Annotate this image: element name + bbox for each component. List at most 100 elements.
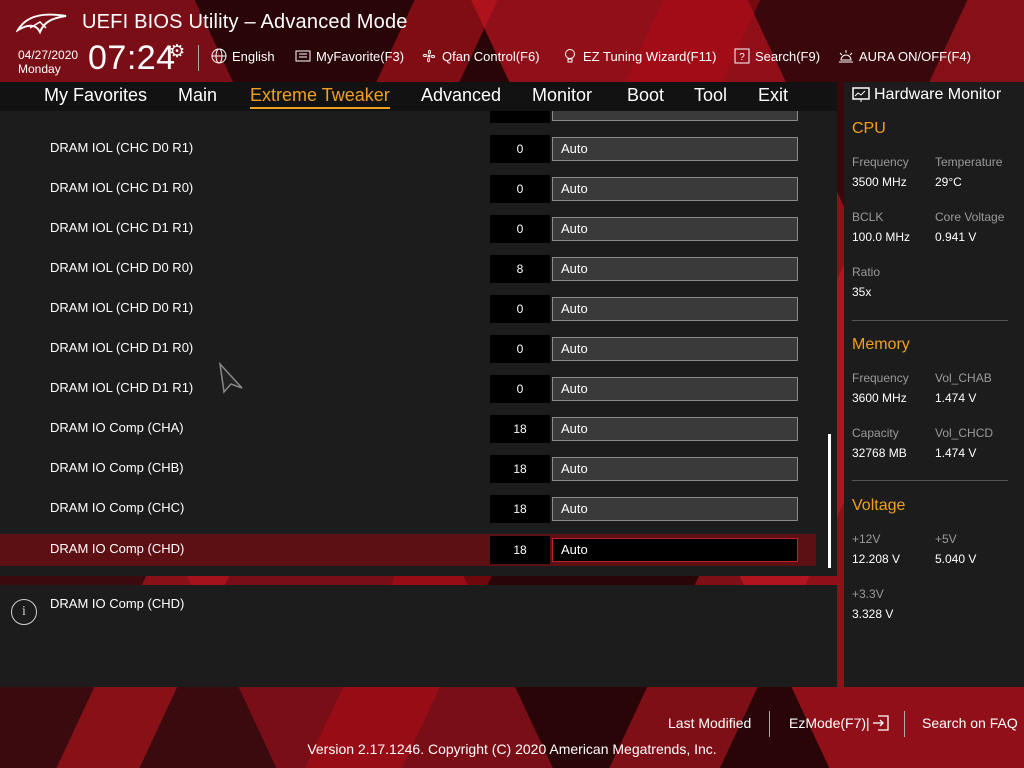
v12-value: 12.208 V — [852, 552, 901, 566]
settings-panel: DRAM IOL (CHC D0 R1) 0 Auto DRAM IOL (CH… — [0, 111, 837, 576]
divider — [852, 320, 1008, 321]
row-setting-field[interactable]: Auto — [552, 137, 798, 161]
gear-icon[interactable]: ⚙ — [169, 41, 185, 62]
table-row[interactable]: DRAM IOL (CHC D0 R1) 0 Auto — [0, 133, 816, 165]
ratio-label: Ratio — [852, 265, 881, 279]
row-value-partial — [490, 111, 550, 123]
row-label: DRAM IO Comp (CHC) — [50, 500, 185, 515]
svg-text:?: ? — [739, 52, 745, 63]
table-row[interactable]: DRAM IO Comp (CHB) 18 Auto — [0, 453, 816, 485]
row-label: DRAM IOL (CHC D1 R0) — [50, 180, 194, 195]
v12-label: +12V — [852, 532, 881, 546]
table-row[interactable]: DRAM IO Comp (CHC) 18 Auto — [0, 493, 816, 525]
qfan-label: Qfan Control(F6) — [442, 48, 540, 64]
v5-value: 5.040 V — [935, 552, 977, 566]
tab-my-favorites[interactable]: My Favorites — [44, 85, 147, 106]
row-label: DRAM IOL (CHD D0 R1) — [50, 300, 194, 315]
row-label: DRAM IOL (CHC D1 R1) — [50, 220, 194, 235]
row-label: DRAM IOL (CHD D1 R0) — [50, 340, 194, 355]
row-label: DRAM IO Comp (CHD) — [50, 541, 185, 556]
aura-button[interactable]: AURA ON/OFF(F4) — [838, 48, 971, 64]
info-icon: i — [11, 599, 37, 625]
tab-monitor[interactable]: Monitor — [532, 85, 592, 106]
globe-icon — [211, 48, 227, 64]
table-row[interactable]: DRAM IOL (CHC D1 R1) 0 Auto — [0, 213, 816, 245]
date-display: 04/27/2020 Monday — [18, 48, 78, 76]
row-current-value: 0 — [490, 175, 550, 203]
header: UEFI BIOS Utility – Advanced Mode 04/27/… — [0, 0, 1024, 82]
language-label: English — [232, 48, 275, 64]
table-row[interactable]: DRAM IOL (CHD D0 R0) 8 Auto — [0, 253, 816, 285]
vol-chcd-label: Vol_CHCD — [935, 426, 994, 440]
aura-label: AURA ON/OFF(F4) — [859, 48, 971, 64]
divider — [198, 45, 199, 71]
row-setting-field[interactable]: Auto — [552, 538, 798, 562]
row-current-value: 18 — [490, 415, 550, 443]
language-button[interactable]: English — [211, 48, 275, 64]
tab-exit[interactable]: Exit — [758, 85, 788, 106]
row-setting-field[interactable]: Auto — [552, 297, 798, 321]
qfan-button[interactable]: Qfan Control(F6) — [421, 48, 540, 64]
row-setting-field[interactable]: Auto — [552, 457, 798, 481]
row-current-value: 0 — [490, 335, 550, 363]
row-label: DRAM IOL (CHC D0 R1) — [50, 140, 194, 155]
divider — [769, 711, 770, 737]
v33-label: +3.3V — [852, 587, 884, 601]
favorite-list-icon — [295, 50, 311, 62]
main-nav: My Favorites Main Extreme Tweaker Advanc… — [0, 82, 837, 111]
vol-chab-value: 1.474 V — [935, 391, 977, 405]
row-label: DRAM IOL (CHD D1 R1) — [50, 380, 194, 395]
table-row[interactable]: DRAM IOL (CHC D1 R0) 0 Auto — [0, 173, 816, 205]
tab-extreme-tweaker[interactable]: Extreme Tweaker — [250, 85, 390, 109]
mouse-pointer-icon — [218, 362, 243, 394]
ezmode-button[interactable]: EzMode(F7)| — [789, 715, 890, 731]
scrollbar[interactable] — [828, 434, 831, 568]
core-voltage-value: 0.941 V — [935, 230, 977, 244]
hardware-monitor-label: Hardware Monitor — [874, 86, 1002, 103]
bclk-label: BCLK — [852, 210, 884, 224]
core-voltage-label: Core Voltage — [935, 210, 1005, 224]
aura-light-icon — [839, 50, 853, 63]
tab-tool[interactable]: Tool — [694, 85, 727, 106]
tab-boot[interactable]: Boot — [627, 85, 664, 106]
bclk-value: 100.0 MHz — [852, 230, 911, 244]
row-current-value: 18 — [490, 495, 550, 523]
table-row-selected[interactable]: DRAM IO Comp (CHD) 18 Auto — [0, 534, 816, 566]
hardware-monitor-title: Hardware Monitor — [852, 86, 1001, 104]
row-setting-field[interactable]: Auto — [552, 377, 798, 401]
table-row[interactable]: DRAM IOL (CHD D0 R1) 0 Auto — [0, 293, 816, 325]
divider — [852, 480, 1008, 481]
voltage-section-title: Voltage — [852, 497, 906, 514]
row-setting-field[interactable]: Auto — [552, 497, 798, 521]
myfavorite-button[interactable]: MyFavorite(F3) — [295, 48, 404, 64]
search-button[interactable]: ? Search(F9) — [734, 48, 820, 64]
row-setting-field[interactable]: Auto — [552, 217, 798, 241]
v33-value: 3.328 V — [852, 607, 894, 621]
v5-label: +5V — [935, 532, 957, 546]
table-row[interactable]: DRAM IOL (CHD D1 R1) 0 Auto — [0, 373, 816, 405]
row-setting-field[interactable]: Auto — [552, 257, 798, 281]
row-setting-field[interactable]: Auto — [552, 177, 798, 201]
row-label: DRAM IOL (CHD D0 R0) — [50, 260, 194, 275]
row-current-value: 0 — [490, 135, 550, 163]
help-description: DRAM IO Comp (CHD) — [50, 596, 185, 611]
row-label: DRAM IO Comp (CHB) — [50, 460, 184, 475]
search-label: Search(F9) — [755, 48, 821, 64]
fan-icon — [422, 49, 436, 63]
table-row[interactable]: DRAM IOL (CHD D1 R0) 0 Auto — [0, 333, 816, 365]
tab-main[interactable]: Main — [178, 85, 217, 106]
ez-tuning-label: EZ Tuning Wizard(F11) — [583, 48, 717, 64]
day-text: Monday — [18, 62, 61, 76]
hardware-monitor-panel: Hardware Monitor CPU Frequency Temperatu… — [844, 82, 1024, 687]
ez-tuning-button[interactable]: EZ Tuning Wizard(F11) — [562, 48, 716, 64]
vol-chab-label: Vol_CHAB — [935, 371, 992, 385]
monitor-icon — [852, 87, 870, 102]
date-text: 04/27/2020 — [18, 48, 79, 62]
tab-advanced[interactable]: Advanced — [421, 85, 501, 106]
last-modified-button[interactable]: Last Modified — [668, 715, 751, 731]
table-row[interactable]: DRAM IO Comp (CHA) 18 Auto — [0, 413, 816, 445]
row-current-value: 8 — [490, 255, 550, 283]
row-setting-field[interactable]: Auto — [552, 417, 798, 441]
search-faq-button[interactable]: Search on FAQ — [922, 715, 1018, 731]
row-setting-field[interactable]: Auto — [552, 337, 798, 361]
